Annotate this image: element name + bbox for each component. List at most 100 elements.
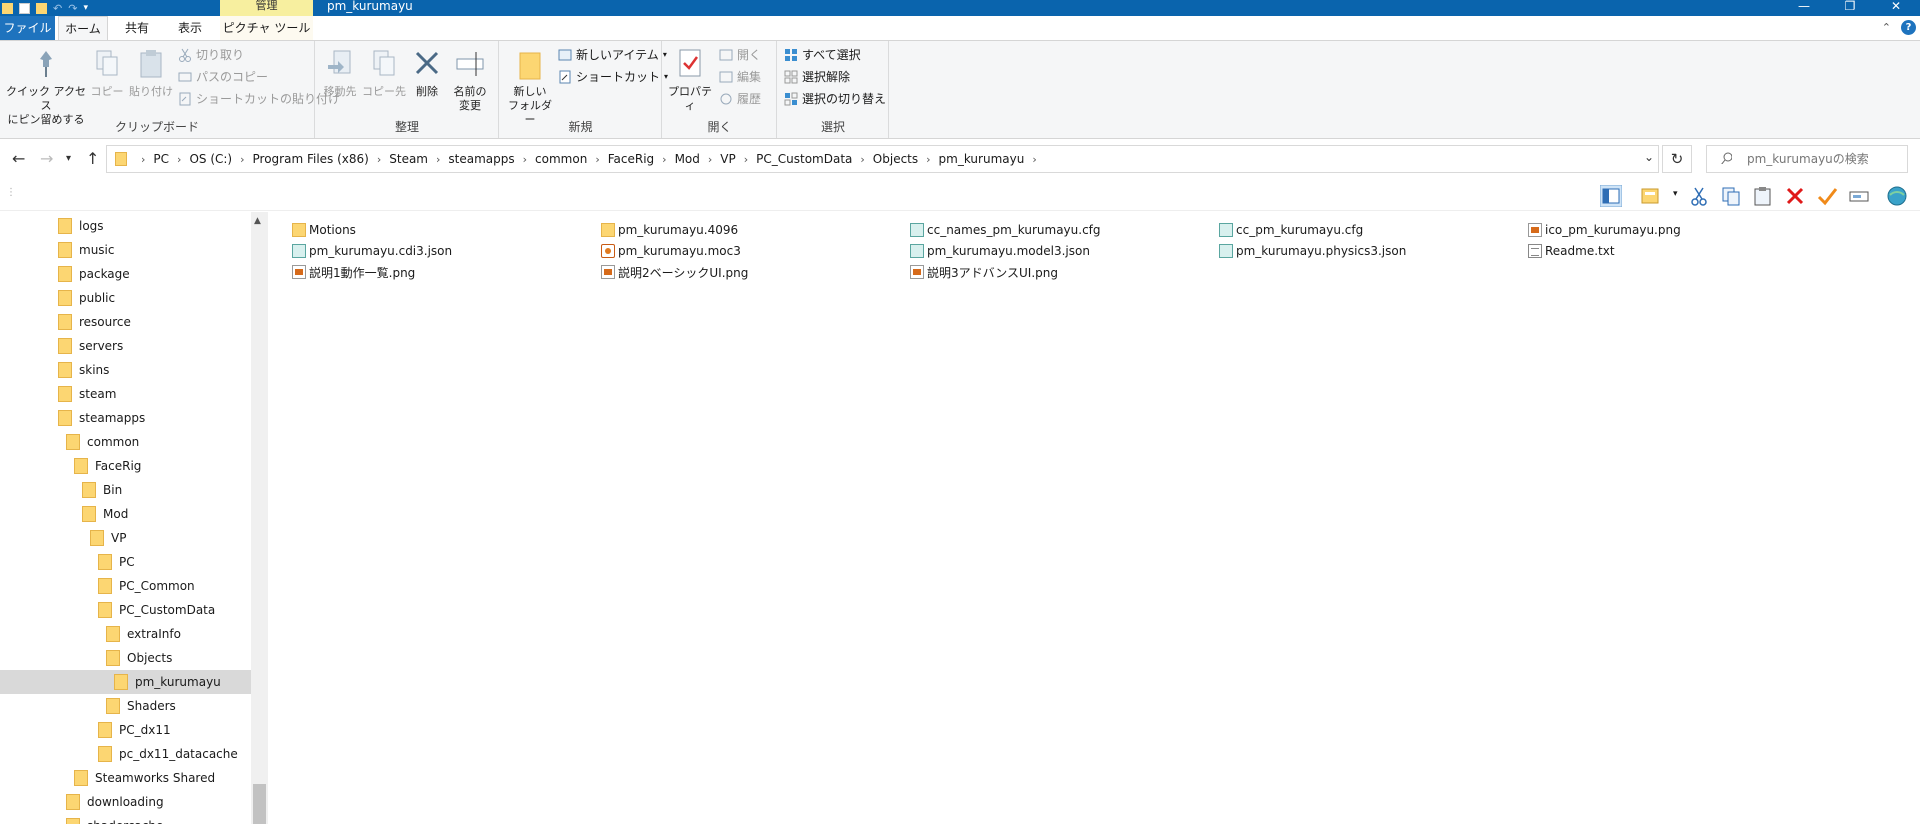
open-button[interactable]: 開く xyxy=(719,47,761,63)
scroll-up-icon[interactable]: ▲ xyxy=(254,216,261,226)
tab-picture-tools[interactable]: ピクチャ ツール xyxy=(220,16,313,40)
address-bar[interactable]: › PC › OS (C:) › Program Files (x86) › S… xyxy=(106,145,1659,173)
pin-quick-access-button[interactable]: クイック アクセス にピン留めする xyxy=(6,47,86,127)
file-list[interactable]: Motions pm_kurumayu.4096 cc_names_pm_kurum… xyxy=(268,212,1920,824)
file-item[interactable]: pm_kurumayu.cdi3.json xyxy=(292,241,452,261)
nav-item[interactable]: PC_Common xyxy=(98,574,195,598)
crumb-program-files-x86[interactable]: Program Files (x86) xyxy=(253,152,369,166)
chevron-right-icon[interactable]: › xyxy=(523,153,527,166)
new-item-button[interactable]: 新しいアイテム ▾ xyxy=(558,47,667,63)
tab-file[interactable]: ファイル xyxy=(0,16,55,40)
nav-item[interactable]: extraInfo xyxy=(106,622,181,646)
tab-home[interactable]: ホーム xyxy=(58,16,108,40)
customize-qat-icon[interactable]: ▾ xyxy=(83,3,88,13)
nav-item[interactable]: Bin xyxy=(82,478,122,502)
undo-icon[interactable]: ↶ xyxy=(53,2,62,15)
chevron-right-icon[interactable]: › xyxy=(1032,153,1036,166)
crumb-pc-customdata[interactable]: PC_CustomData xyxy=(756,152,852,166)
copy-path-button[interactable]: パスのコピー xyxy=(178,69,268,85)
rename-button[interactable]: 名前の 変更 xyxy=(448,47,492,113)
crumb-steamapps[interactable]: steamapps xyxy=(448,152,514,166)
properties-button[interactable]: プロパティ xyxy=(667,47,713,113)
properties-icon[interactable] xyxy=(19,2,30,14)
layout-dropdown-icon[interactable]: ▾ xyxy=(1673,189,1678,199)
checkmark-icon[interactable] xyxy=(1816,185,1838,207)
chevron-right-icon[interactable]: › xyxy=(860,153,864,166)
nav-item[interactable]: steamapps xyxy=(58,406,145,430)
file-item[interactable]: cc_pm_kurumayu.cfg xyxy=(1219,220,1363,240)
crumb-pm-kurumayu[interactable]: pm_kurumayu xyxy=(939,152,1025,166)
file-item[interactable]: pm_kurumayu.model3.json xyxy=(910,241,1090,261)
nav-item[interactable]: package xyxy=(58,262,130,286)
nav-item[interactable]: steam xyxy=(58,382,116,406)
paste-icon[interactable] xyxy=(1752,185,1774,207)
address-dropdown-icon[interactable]: ⌄ xyxy=(1644,150,1654,164)
nav-item[interactable]: shadercache xyxy=(66,814,163,824)
copy-button[interactable]: コピー xyxy=(90,47,124,99)
file-item[interactable]: 説明3アドバンスUI.png xyxy=(910,262,1058,282)
nav-item[interactable]: public xyxy=(58,286,115,310)
nav-item[interactable]: Shaders xyxy=(106,694,176,718)
minimize-button[interactable]: — xyxy=(1784,0,1824,14)
crumb-pc[interactable]: PC xyxy=(153,152,169,166)
chevron-right-icon[interactable]: › xyxy=(744,153,748,166)
nav-item[interactable]: resource xyxy=(58,310,131,334)
nav-item[interactable]: servers xyxy=(58,334,123,358)
file-item[interactable]: 説明2ベーシックUI.png xyxy=(601,262,748,282)
folder-item[interactable]: pm_kurumayu.4096 xyxy=(601,220,738,240)
paste-button[interactable]: 貼り付け xyxy=(128,47,174,99)
nav-item[interactable]: downloading xyxy=(66,790,164,814)
move-to-button[interactable]: 移動先 xyxy=(320,47,360,99)
crumb-os-c[interactable]: OS (C:) xyxy=(189,152,232,166)
redo-icon[interactable]: ↷ xyxy=(68,2,77,15)
file-item[interactable]: ico_pm_kurumayu.png xyxy=(1528,220,1681,240)
chevron-right-icon[interactable]: › xyxy=(708,153,712,166)
invert-selection-button[interactable]: 選択の切り替え xyxy=(784,91,886,107)
layout-icon[interactable] xyxy=(1640,185,1662,207)
nav-item[interactable]: PC_CustomData xyxy=(98,598,215,622)
globe-icon[interactable] xyxy=(1886,185,1908,207)
file-item[interactable]: pm_kurumayu.moc3 xyxy=(601,241,741,261)
copy-to-button[interactable]: コピー先 xyxy=(362,47,406,99)
close-button[interactable]: ✕ xyxy=(1876,0,1916,14)
preview-pane-icon[interactable] xyxy=(1600,185,1622,207)
new-folder-icon[interactable] xyxy=(36,2,47,14)
crumb-facerig[interactable]: FaceRig xyxy=(608,152,654,166)
nav-item[interactable]: logs xyxy=(58,214,104,238)
help-icon[interactable]: ? xyxy=(1901,20,1916,35)
nav-item[interactable]: pm_kurumayu xyxy=(0,670,251,694)
nav-item[interactable]: skins xyxy=(58,358,109,382)
chevron-right-icon[interactable]: › xyxy=(436,153,440,166)
nav-item[interactable]: Steamworks Shared xyxy=(74,766,215,790)
shortcut-button[interactable]: ショートカット ▾ xyxy=(558,69,668,85)
nav-item[interactable]: FaceRig xyxy=(74,454,141,478)
history-button[interactable]: 履歴 xyxy=(719,91,761,107)
up-icon[interactable]: ↑ xyxy=(86,149,99,168)
maximize-button[interactable]: ❐ xyxy=(1830,0,1870,14)
chevron-right-icon[interactable]: › xyxy=(662,153,666,166)
file-item[interactable]: Readme.txt xyxy=(1528,241,1615,261)
chevron-right-icon[interactable]: › xyxy=(377,153,381,166)
nav-item[interactable]: pc_dx11_datacache xyxy=(98,742,238,766)
crumb-steam[interactable]: Steam xyxy=(389,152,428,166)
cut-button[interactable]: 切り取り xyxy=(178,47,244,63)
scrollbar-thumb[interactable] xyxy=(253,784,266,824)
select-all-button[interactable]: すべて選択 xyxy=(784,47,861,63)
chevron-right-icon[interactable]: › xyxy=(141,153,145,166)
nav-item[interactable]: PC xyxy=(98,550,135,574)
tab-view[interactable]: 表示 xyxy=(165,16,215,40)
nav-item[interactable]: PC_dx11 xyxy=(98,718,171,742)
nav-item[interactable]: Mod xyxy=(82,502,128,526)
tab-share[interactable]: 共有 xyxy=(112,16,162,40)
folder-item[interactable]: Motions xyxy=(292,220,356,240)
nav-scrollbar[interactable]: ▲ xyxy=(251,212,268,824)
delete-icon[interactable] xyxy=(1784,185,1806,207)
scissors-icon[interactable] xyxy=(1688,185,1710,207)
file-item[interactable]: pm_kurumayu.physics3.json xyxy=(1219,241,1406,261)
collapse-ribbon-icon[interactable]: ⌃ xyxy=(1882,21,1891,34)
file-item[interactable]: 説明1動作一覧.png xyxy=(292,262,415,282)
chevron-right-icon[interactable]: › xyxy=(240,153,244,166)
copy-icon[interactable] xyxy=(1720,185,1742,207)
refresh-button[interactable]: ↻ xyxy=(1662,145,1692,173)
back-icon[interactable]: ← xyxy=(12,149,25,168)
